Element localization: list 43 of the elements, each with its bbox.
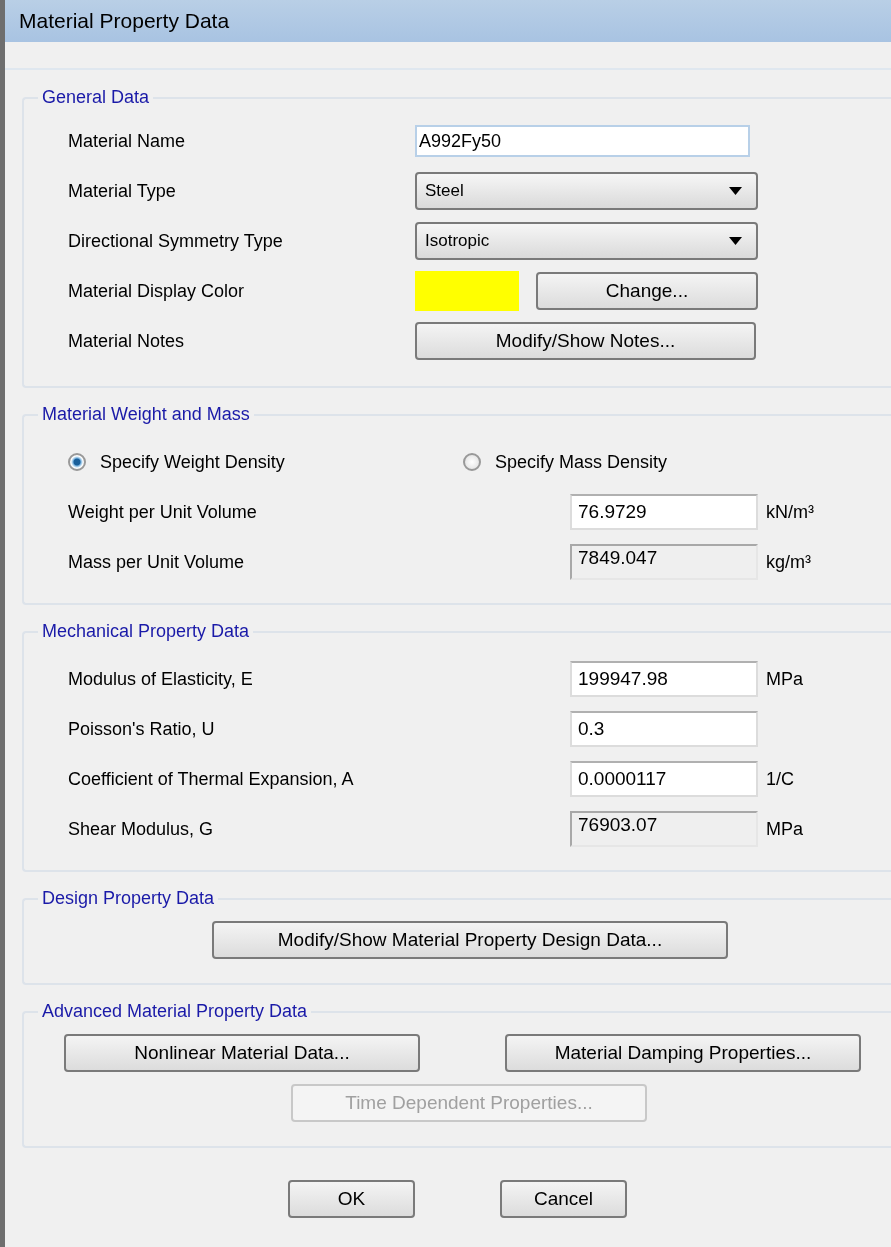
window-title: Material Property Data	[19, 9, 230, 33]
unit-label: MPa	[766, 818, 803, 840]
group-title: General Data	[41, 87, 151, 108]
radio-option[interactable]: Specify Weight Density	[68, 451, 463, 473]
field-label: Material Name	[68, 130, 187, 152]
field-label: Mass per Unit Volume	[68, 551, 246, 573]
field-label: Shear Modulus, G	[68, 818, 215, 840]
group-title: Material Weight and Mass	[41, 404, 251, 425]
field-label: Poisson's Ratio, U	[68, 718, 216, 740]
property-button[interactable]: Nonlinear Material Data...	[64, 1034, 420, 1072]
radio-button[interactable]	[463, 453, 481, 471]
field-label: Modulus of Elasticity, E	[68, 668, 254, 690]
radio-button[interactable]	[68, 453, 86, 471]
field-label: Material Notes	[68, 330, 186, 352]
number-field[interactable]: 0.0000117	[570, 761, 758, 797]
property-button[interactable]: Material Damping Properties...	[505, 1034, 861, 1072]
change-button[interactable]: Change...	[536, 272, 758, 310]
design-data-button[interactable]: Modify/Show Material Property Design Data...	[212, 921, 728, 959]
field-label: Directional Symmetry Type	[68, 230, 284, 252]
caret-icon	[729, 237, 742, 245]
unit-label: kg/m³	[766, 551, 811, 573]
color-swatch[interactable]	[415, 271, 519, 311]
group-title: Advanced Material Property Data	[41, 1001, 309, 1022]
number-field[interactable]: 76.9729	[570, 494, 758, 530]
field-label: Material Display Color	[68, 280, 246, 302]
unit-label: kN/m³	[766, 501, 814, 523]
field-label: Coefficient of Thermal Expansion, A	[68, 768, 355, 790]
radio-option[interactable]: Specify Mass Density	[463, 451, 858, 473]
name-field[interactable]: A992Fy50	[415, 125, 750, 157]
group-title: Design Property Data	[41, 888, 216, 909]
unit-label: MPa	[766, 668, 803, 690]
dropdown[interactable]: Isotropic	[415, 222, 758, 260]
dropdown[interactable]: Steel	[415, 172, 758, 210]
number-field[interactable]: 0.3	[570, 711, 758, 747]
cancel-button[interactable]: Cancel	[500, 1180, 627, 1218]
caret-icon	[729, 187, 742, 195]
field-label: Material Type	[68, 180, 177, 202]
group-title: Mechanical Property Data	[41, 621, 251, 642]
ok-button[interactable]: OK	[288, 1180, 415, 1218]
notes-button[interactable]: Modify/Show Notes...	[415, 322, 756, 360]
unit-label: 1/C	[766, 768, 794, 790]
field-label: Weight per Unit Volume	[68, 501, 258, 523]
number-field[interactable]: 199947.98	[570, 661, 758, 697]
